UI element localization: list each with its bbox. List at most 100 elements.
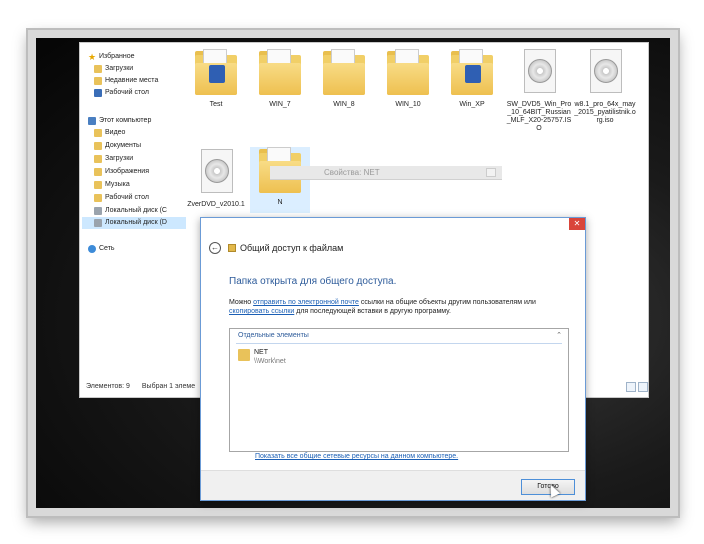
nav-item-label: Загрузки <box>105 65 134 72</box>
file-name: w8.1_pro_64x_may_2015_pyatilistnik.org.i… <box>574 101 636 124</box>
navigation-pane: ★ Избранное Загрузки Недавние места Рабо… <box>80 43 190 383</box>
shared-item-name[interactable]: NET <box>254 349 268 356</box>
nav-item-label: Видео <box>105 129 126 136</box>
computer-icon <box>88 117 96 125</box>
dialog-description: Можно отправить по электронной почте ссы… <box>229 298 569 316</box>
description-text: для последующей вставки в другую програм… <box>294 308 451 315</box>
shared-item-path: \\Work\net <box>254 358 286 365</box>
file-name: WIN_7 <box>269 101 291 108</box>
disc-image-icon <box>518 49 560 97</box>
music-folder-icon <box>94 181 102 189</box>
file-item[interactable]: WIN_10 <box>378 49 438 109</box>
folder-icon <box>195 49 237 97</box>
file-name: N <box>277 199 283 206</box>
nav-item-video[interactable]: Видео <box>94 127 125 139</box>
disc-image-icon <box>195 149 237 197</box>
recent-places-icon <box>94 77 102 85</box>
nav-item-recent[interactable]: Недавние места <box>94 75 158 87</box>
list-group-header[interactable]: Отдельные элементы <box>238 332 309 339</box>
file-item-selected[interactable]: N <box>250 147 310 213</box>
disk-icon <box>94 219 102 227</box>
nav-favorites[interactable]: ★ Избранное <box>88 51 134 63</box>
disk-icon <box>94 207 102 215</box>
nav-item-label: Локальный диск (C <box>105 207 167 214</box>
icons-view-button[interactable] <box>638 382 648 392</box>
file-name: Win_XP <box>459 101 485 108</box>
folder-icon <box>451 49 493 97</box>
list-divider <box>236 343 562 344</box>
close-button[interactable] <box>486 168 496 177</box>
copy-links-link[interactable]: скопировать ссылки <box>229 308 294 315</box>
properties-window-titlebar: Свойства: NET <box>270 166 502 180</box>
downloads-folder-icon <box>94 155 102 163</box>
status-selected: Выбран 1 элеме <box>141 383 196 390</box>
nav-item-label: Рабочий стол <box>105 89 149 96</box>
pictures-folder-icon <box>94 168 102 176</box>
file-item[interactable]: WIN_7 <box>250 49 310 109</box>
nav-item-label: Рабочий стол <box>105 194 149 201</box>
status-bar: Элементов: 9 Выбран 1 элеме <box>86 383 195 390</box>
close-button[interactable]: ✕ <box>569 218 585 230</box>
folder-icon <box>238 349 250 361</box>
nav-item-pictures[interactable]: Изображения <box>94 166 149 178</box>
view-switcher <box>626 382 648 392</box>
folder-icon <box>387 49 429 97</box>
shared-items-list: Отдельные элементы ⌃ NET \\Work\net <box>229 328 569 452</box>
file-name: ZverDVD_v2010.1 <box>187 201 245 208</box>
nav-this-pc[interactable]: Этот компьютер <box>88 115 151 127</box>
nav-item-pc-desktop[interactable]: Рабочий стол <box>94 192 149 204</box>
nav-network[interactable]: Сеть <box>88 243 115 255</box>
nav-item-label: Музыка <box>105 181 130 188</box>
nav-network-label: Сеть <box>99 245 115 252</box>
video-folder-icon <box>94 129 102 137</box>
file-name: WIN_8 <box>333 101 355 108</box>
file-item[interactable]: SW_DVD5_Win_Pro_10_64BIT_Russian_MLF_X20… <box>506 49 572 133</box>
file-item[interactable]: Win_XP <box>442 49 502 109</box>
file-sharing-dialog: ✕ ← Общий доступ к файлам Папка открыта … <box>200 217 586 501</box>
folder-icon <box>94 65 102 73</box>
file-item[interactable]: Test <box>186 49 246 109</box>
nav-item-label: Изображения <box>105 168 149 175</box>
folder-icon <box>323 49 365 97</box>
details-view-button[interactable] <box>626 382 636 392</box>
nav-item-label: Локальный диск (D <box>105 219 167 226</box>
file-item[interactable]: WIN_8 <box>314 49 374 109</box>
network-icon <box>88 245 96 253</box>
desktop-folder-icon <box>94 194 102 202</box>
send-email-link[interactable]: отправить по электронной почте <box>253 299 359 306</box>
nav-favorites-label: Избранное <box>99 53 135 60</box>
file-item[interactable]: ZverDVD_v2010.1 <box>186 149 246 209</box>
desktop-icon <box>94 89 102 97</box>
nav-item-label: Загрузки <box>105 155 134 162</box>
star-icon: ★ <box>88 52 97 62</box>
description-text: Можно <box>229 299 254 306</box>
file-item[interactable]: w8.1_pro_64x_may_2015_pyatilistnik.org.i… <box>574 49 636 125</box>
documents-folder-icon <box>94 142 102 150</box>
chevron-up-icon[interactable]: ⌃ <box>556 331 562 339</box>
file-name: WIN_10 <box>395 101 421 108</box>
description-text: ссылки на общие объекты другим пользоват… <box>358 299 536 306</box>
dialog-header: ✕ ← Общий доступ к файлам <box>201 218 585 262</box>
status-item-count: Элементов: 9 <box>86 383 130 390</box>
nav-item-desktop[interactable]: Рабочий стол <box>94 87 149 99</box>
show-all-shares-link[interactable]: Показать все общие сетевые ресурсы на да… <box>255 453 458 460</box>
nav-this-pc-label: Этот компьютер <box>99 117 152 124</box>
nav-item-disk-d[interactable]: Локальный диск (D <box>94 217 167 229</box>
dialog-title: Общий доступ к файлам <box>240 243 344 253</box>
file-name: SW_DVD5_Win_Pro_10_64BIT_Russian_MLF_X20… <box>506 101 572 132</box>
nav-item-downloads[interactable]: Загрузки <box>94 63 133 75</box>
folder-icon <box>259 49 301 97</box>
share-icon <box>228 244 236 252</box>
dialog-heading: Папка открыта для общего доступа. <box>229 276 397 287</box>
dialog-footer: Готово <box>201 470 585 500</box>
nav-item-disk-c[interactable]: Локальный диск (C <box>94 205 167 217</box>
nav-item-music[interactable]: Музыка <box>94 179 130 191</box>
properties-title: Свойства: NET <box>324 168 380 177</box>
file-name: Test <box>209 101 223 108</box>
disc-image-icon <box>584 49 626 97</box>
nav-item-pc-downloads[interactable]: Загрузки <box>94 153 133 165</box>
back-button[interactable]: ← <box>209 242 221 254</box>
nav-item-label: Документы <box>105 142 142 149</box>
nav-item-documents[interactable]: Документы <box>94 140 141 152</box>
nav-item-label: Недавние места <box>105 77 159 84</box>
